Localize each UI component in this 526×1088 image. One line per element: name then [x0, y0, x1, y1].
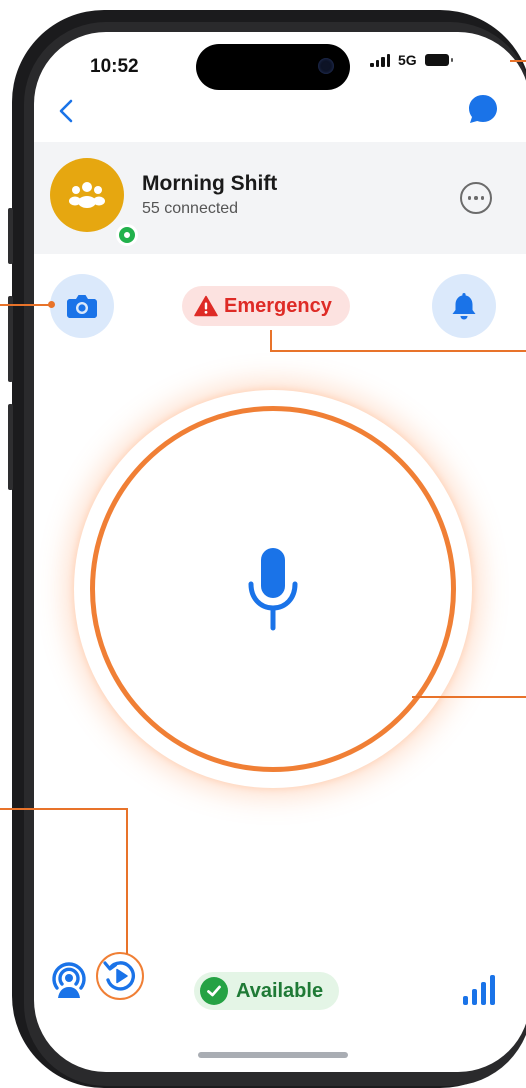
signal-strength-button[interactable]: [462, 974, 496, 1011]
callout-line-replay: [0, 808, 128, 810]
avatar: [50, 158, 138, 246]
callout-dot-camera: [48, 301, 55, 308]
signal-bars-icon: [463, 975, 495, 1005]
availability-status[interactable]: Available: [194, 972, 340, 1010]
group-people-icon: [69, 182, 105, 208]
ellipsis-icon: [467, 196, 472, 200]
dynamic-island: [196, 44, 350, 90]
volume-up-button: [8, 296, 13, 382]
callout-line-replay-vertical: [126, 808, 128, 954]
callout-line-emergency-vertical: [270, 330, 272, 352]
availability-label: Available: [236, 979, 324, 1002]
emergency-button[interactable]: Emergency: [182, 286, 350, 326]
warning-triangle-icon: [194, 295, 218, 317]
chat-button[interactable]: [466, 92, 500, 126]
callout-line-emergency: [270, 350, 526, 352]
cellular-signal-icon: [370, 53, 390, 67]
replay-icon: [103, 961, 136, 991]
broadcast-button[interactable]: [50, 960, 88, 1005]
group-name: Morning Shift: [142, 172, 278, 195]
status-time: 10:52: [90, 56, 139, 77]
home-indicator: [198, 1052, 348, 1058]
camera-button[interactable]: [50, 274, 114, 338]
volume-down-button: [8, 404, 13, 490]
more-options-button[interactable]: [460, 182, 492, 214]
chevron-left-icon: [59, 99, 73, 123]
broadcast-icon: [52, 962, 86, 998]
emergency-label: Emergency: [224, 294, 332, 317]
connected-count: 55 connected: [142, 200, 239, 217]
chat-bubble-icon: [469, 95, 497, 123]
status-indicators: 5G: [370, 52, 453, 68]
app-screen: 10:52 5G Morning Shift 55 connected Emer…: [34, 32, 526, 1072]
callout-line-status: [510, 60, 526, 62]
camera-icon: [67, 295, 97, 318]
bell-icon: [452, 293, 476, 320]
action-button: [8, 208, 13, 264]
battery-icon: [424, 54, 453, 66]
network-type: 5G: [398, 52, 417, 68]
alert-button[interactable]: [432, 274, 496, 338]
push-to-talk-button[interactable]: [90, 406, 456, 772]
online-status-icon: [116, 224, 138, 246]
replay-button[interactable]: [96, 952, 144, 1000]
check-circle-icon: [200, 977, 228, 1005]
microphone-icon: [248, 548, 298, 631]
group-header[interactable]: Morning Shift 55 connected: [34, 142, 526, 254]
callout-line-ptt: [412, 696, 526, 698]
callout-line-camera: [0, 304, 52, 306]
back-button[interactable]: [52, 96, 82, 126]
